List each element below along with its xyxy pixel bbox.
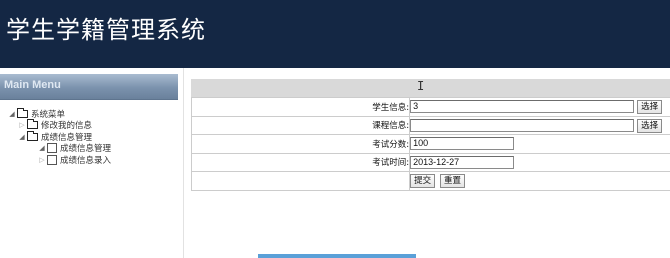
document-icon: [47, 154, 57, 165]
main-panel: 学生信息: 3 选择 课程信息: 选择 考试分数: 100 考试时间: 2013…: [183, 68, 670, 258]
app-header: 学生学籍管理系统: [0, 0, 670, 68]
student-input[interactable]: 3: [410, 100, 635, 114]
collapsed-arrow-icon[interactable]: ▷: [38, 156, 46, 164]
score-label: 考试分数:: [190, 134, 411, 154]
form-row-student: 学生信息: 3 选择: [190, 97, 670, 117]
folder-icon: [27, 119, 38, 130]
student-label: 学生信息:: [190, 97, 411, 117]
folder-icon: [17, 107, 28, 118]
date-label: 考试时间:: [190, 152, 411, 172]
tree-item-score-management[interactable]: ◢ 成绩信息管理: [8, 130, 178, 143]
main-menu-title: Main Menu: [4, 79, 61, 91]
tree-item-edit-my-info[interactable]: ▷ 修改我的信息: [8, 119, 178, 132]
expanded-arrow-icon[interactable]: ◢: [38, 144, 46, 152]
form-header-strip: [191, 79, 670, 97]
tree-item-score-entry[interactable]: ▷ 成绩信息录入: [8, 154, 178, 166]
form-row-score: 考试分数: 100: [190, 134, 670, 154]
menu-tree: ◢ 系统菜单 ▷ 修改我的信息 ◢ 成绩信息管理 ◢ 成绩信息管理 ▷ 成绩信息…: [8, 107, 178, 166]
collapsed-arrow-icon[interactable]: ▷: [18, 121, 26, 129]
course-input[interactable]: [410, 118, 635, 132]
form-row-course: 课程信息: 选择: [190, 115, 670, 135]
tree-item-label: 成绩信息管理: [41, 132, 93, 143]
app-title: 学生学籍管理系统: [6, 16, 206, 44]
course-select-button[interactable]: 选择: [637, 118, 663, 133]
folder-icon: [27, 130, 38, 141]
score-entry-form: 学生信息: 3 选择 课程信息: 选择 考试分数: 100 考试时间: 2013…: [190, 97, 670, 191]
sidebar: Main Menu ◢ 系统菜单 ▷ 修改我的信息 ◢ 成绩信息管理 ◢ 成绩信…: [0, 68, 182, 258]
expanded-arrow-icon[interactable]: ◢: [18, 133, 26, 141]
date-input[interactable]: 2013-12-27: [410, 155, 515, 169]
tree-item-label: 系统菜单: [31, 109, 66, 120]
tree-item-label: 修改我的信息: [41, 121, 93, 132]
submit-button[interactable]: 提交: [410, 173, 436, 188]
form-row-date: 考试时间: 2013-12-27: [190, 152, 670, 172]
score-input[interactable]: 100: [410, 137, 515, 151]
main-menu-bar[interactable]: Main Menu: [0, 74, 178, 100]
loading-progress-bar: [258, 254, 416, 258]
student-select-button[interactable]: 选择: [637, 100, 663, 114]
reset-button[interactable]: 重置: [440, 173, 466, 188]
tree-item-score-info-management[interactable]: ◢ 成绩信息管理: [8, 143, 178, 155]
form-row-actions: 提交 重置: [190, 171, 670, 191]
document-icon: [47, 143, 57, 154]
tree-item-label: 成绩信息管理: [60, 144, 112, 155]
tree-item-system-menu[interactable]: ◢ 系统菜单: [8, 107, 178, 120]
text-cursor-icon: I: [417, 79, 425, 93]
tree-item-label: 成绩信息录入: [60, 155, 112, 166]
expanded-arrow-icon[interactable]: ◢: [8, 110, 16, 118]
course-label: 课程信息:: [190, 115, 411, 135]
